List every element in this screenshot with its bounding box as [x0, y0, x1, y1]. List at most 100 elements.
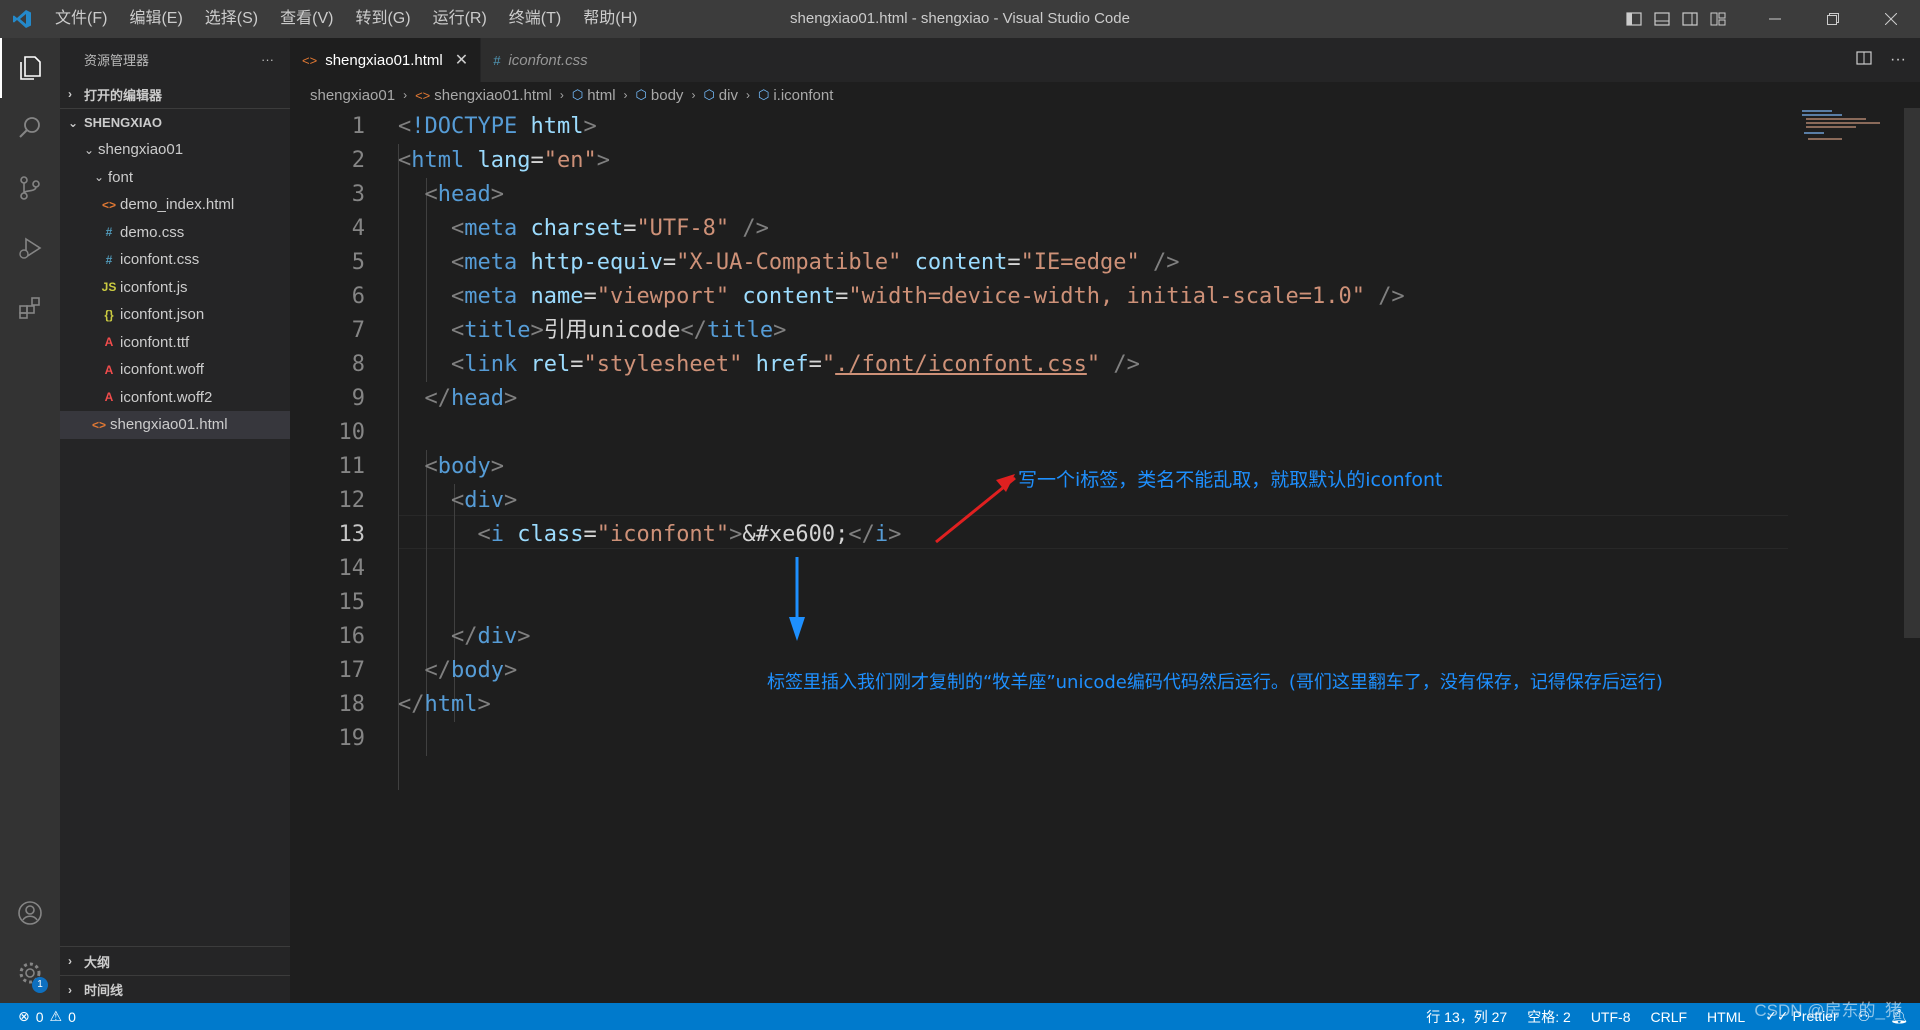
code-line-2: <html lang="en"> — [398, 148, 610, 173]
cursor-position[interactable]: 行 13，列 27 — [1426, 1007, 1507, 1027]
chevron-down-icon: ⌄ — [83, 142, 95, 157]
file-iconfont-json[interactable]: {} iconfont.json — [60, 301, 290, 329]
file-type-icon: # — [105, 225, 113, 240]
file-demo_index-html[interactable]: <> demo_index.html — [60, 191, 290, 219]
file-iconfont-woff2[interactable]: Aiconfont.woff2 — [60, 384, 290, 412]
encoding[interactable]: UTF-8 — [1591, 1009, 1631, 1025]
split-editor-icon[interactable] — [1856, 50, 1872, 71]
search-icon[interactable] — [0, 98, 60, 158]
file-iconfont-js[interactable]: JS iconfont.js — [60, 274, 290, 302]
open-editors-section[interactable]: › 打开的编辑器 — [60, 80, 290, 108]
chevron-right-icon: › — [68, 87, 72, 101]
problems-indicator[interactable]: ⊗ 0 ⚠ 0 — [0, 1008, 76, 1025]
file-shengxiao01-html[interactable]: <> shengxiao01.html — [60, 411, 290, 439]
file-label: iconfont.json — [120, 306, 205, 324]
element-icon: ⬡ — [571, 87, 584, 102]
customize-layout-icon[interactable] — [1704, 0, 1732, 38]
menu-help[interactable]: 帮助(H) — [572, 0, 648, 38]
file-iconfont-css[interactable]: # iconfont.css — [60, 246, 290, 274]
minimize-icon[interactable] — [1746, 0, 1804, 38]
menu-terminal[interactable]: 终端(T) — [498, 0, 572, 38]
warning-icon: ⚠ — [49, 1008, 63, 1024]
menu-run[interactable]: 运行(R) — [422, 0, 498, 38]
chevron-right-icon: › — [623, 88, 628, 102]
blue-arrow-annotation — [789, 557, 805, 641]
breadcrumb-i-iconfont[interactable]: i.iconfont — [773, 87, 833, 104]
element-icon: ⬡ — [703, 87, 715, 102]
end-of-line[interactable]: CRLF — [1650, 1009, 1687, 1025]
annotation-bottom: 标签里插入我们刚才复制的“牧羊座”unicode编码代码然后运行。(哥们这里翻车… — [767, 672, 1663, 693]
breadcrumb-folder[interactable]: shengxiao01 — [310, 87, 395, 104]
file-type-icon: # — [105, 252, 113, 267]
menu-go[interactable]: 转到(G) — [344, 0, 421, 38]
chevron-right-icon: › — [559, 88, 564, 102]
menu-selection[interactable]: 选择(S) — [194, 0, 269, 38]
close-window-icon[interactable] — [1862, 0, 1920, 38]
explorer-icon[interactable] — [0, 38, 60, 98]
status-bar: ⊗ 0 ⚠ 0 行 13，列 27 空格: 2 UTF-8 CRLF HTML … — [0, 1003, 1920, 1030]
file-label: shengxiao01.html — [110, 416, 228, 434]
explorer-sidebar: 资源管理器 ··· › 打开的编辑器 ⌄ SHENGXIAO ⌄ shengxi… — [60, 38, 290, 1003]
file-demo-css[interactable]: # demo.css — [60, 219, 290, 247]
chevron-right-icon: › — [691, 88, 696, 102]
file-type-icon: <> — [101, 197, 116, 212]
minimap[interactable] — [1800, 108, 1880, 148]
tab-label: iconfont.css — [508, 51, 588, 69]
code-editor[interactable]: 1 2 3 4 5 6 7 8 9 10 11 12 13 14 15 16 17 18 19 <!DOCTYPE … — [290, 110, 1920, 1003]
file-iconfont-ttf[interactable]: Aiconfont.ttf — [60, 329, 290, 357]
folder-label: font — [108, 168, 134, 186]
toggle-panel-icon[interactable] — [1648, 0, 1676, 38]
language-mode[interactable]: HTML — [1707, 1009, 1745, 1025]
html-file-icon: <> — [302, 52, 318, 68]
outline-section[interactable]: › 大纲 — [60, 947, 290, 975]
folder-shengxiao01[interactable]: ⌄ shengxiao01 — [60, 136, 290, 164]
code-line-13: <i class="iconfont">&#xe600;</i> — [477, 522, 902, 547]
workspace-section[interactable]: ⌄ SHENGXIAO — [60, 108, 290, 136]
toggle-secondary-sidebar-icon[interactable] — [1676, 0, 1704, 38]
source-control-icon[interactable] — [0, 158, 60, 218]
error-icon: ⊗ — [18, 1008, 30, 1024]
menu-bar: 文件(F) 编辑(E) 选择(S) 查看(V) 转到(G) 运行(R) 终端(T… — [44, 0, 648, 38]
warning-count: 0 — [68, 1008, 76, 1025]
code-line-17: </body> — [424, 658, 518, 683]
code-line-3: <head> — [424, 182, 504, 207]
tab-shengxiao01-html[interactable]: <> shengxiao01.html ✕ — [290, 38, 482, 82]
code-line-12: <div> — [450, 488, 518, 513]
breadcrumb-file[interactable]: shengxiao01.html — [434, 87, 552, 104]
editor-tabs: <> shengxiao01.html ✕ # iconfont.css ··· — [290, 38, 1920, 82]
extensions-icon[interactable] — [0, 278, 60, 338]
timeline-section[interactable]: › 时间线 — [60, 975, 290, 1003]
run-debug-icon[interactable] — [0, 218, 60, 278]
file-label: iconfont.ttf — [120, 333, 190, 351]
editor-scrollbar[interactable] — [1904, 108, 1920, 638]
settings-gear-icon[interactable]: 1 — [0, 943, 60, 1003]
tab-iconfont-css[interactable]: # iconfont.css — [481, 38, 642, 82]
indentation[interactable]: 空格: 2 — [1527, 1007, 1571, 1027]
code-line-4: <meta charset="UTF-8" /> — [450, 216, 769, 241]
folder-font[interactable]: ⌄ font — [60, 164, 290, 192]
file-iconfont-woff[interactable]: Aiconfont.woff — [60, 356, 290, 384]
file-type-icon: A — [104, 390, 114, 405]
file-type-icon: JS — [101, 280, 117, 295]
breadcrumb-html[interactable]: html — [587, 87, 615, 104]
accounts-icon[interactable] — [0, 883, 60, 943]
restore-icon[interactable] — [1804, 0, 1862, 38]
line-number: 15 — [338, 590, 366, 615]
menu-edit[interactable]: 编辑(E) — [118, 0, 193, 38]
menu-file[interactable]: 文件(F) — [44, 0, 118, 38]
title-bar: 文件(F) 编辑(E) 选择(S) 查看(V) 转到(G) 运行(R) 终端(T… — [0, 0, 1920, 38]
code-line-18: </html> — [398, 692, 491, 717]
breadcrumb-div[interactable]: div — [719, 87, 738, 104]
line-number: 19 — [338, 726, 366, 751]
toggle-primary-sidebar-icon[interactable] — [1620, 0, 1648, 38]
file-type-icon: A — [104, 362, 114, 377]
breadcrumb-body[interactable]: body — [651, 87, 684, 104]
line-number: 10 — [338, 420, 366, 445]
close-tab-icon[interactable]: ✕ — [455, 50, 468, 70]
more-actions-icon[interactable]: ··· — [261, 52, 274, 67]
line-number: 14 — [338, 556, 366, 581]
code-line-9: </head> — [424, 386, 518, 411]
more-actions-icon[interactable]: ··· — [1890, 51, 1906, 69]
menu-view[interactable]: 查看(V) — [269, 0, 344, 38]
code-line-1: <!DOCTYPE html> — [398, 114, 597, 139]
